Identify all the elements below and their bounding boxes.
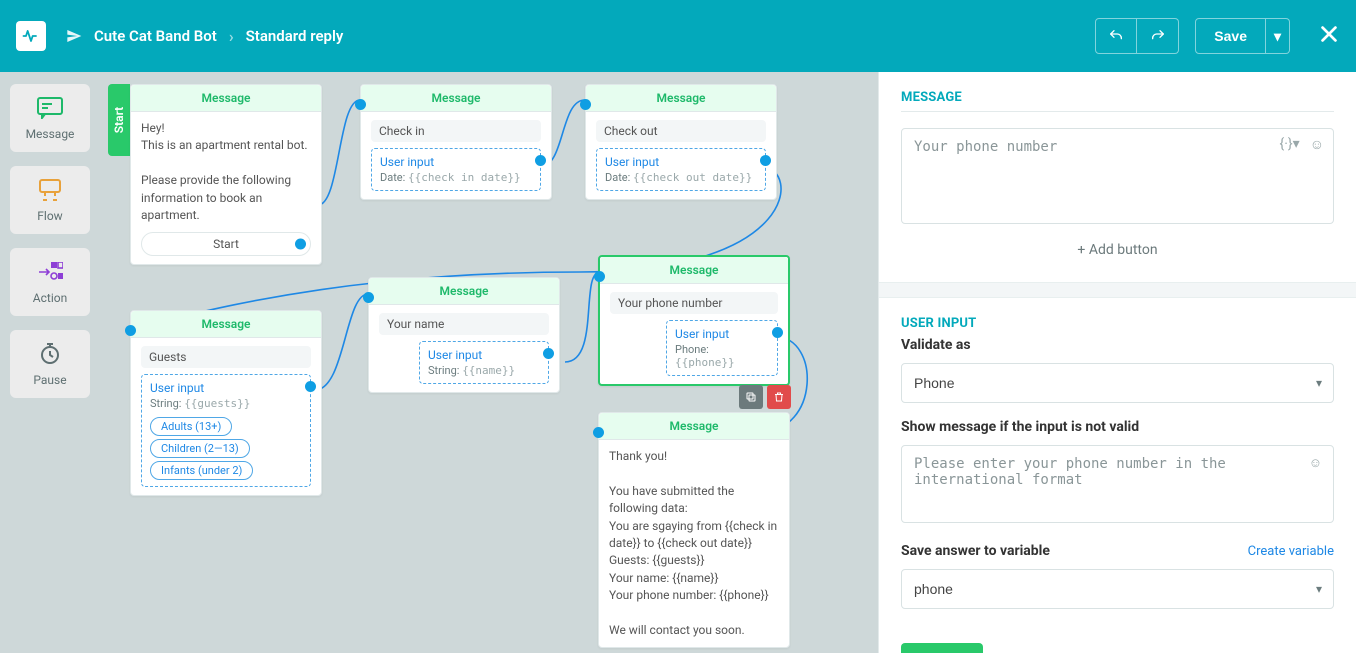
user-input-title: User input: [380, 155, 532, 169]
tool-palette: Message Flow Action Pause: [0, 72, 100, 653]
validate-label: Validate as: [901, 337, 1334, 353]
app-header: Cute Cat Band Bot › Standard reply Save …: [0, 0, 1356, 72]
apply-button[interactable]: Apply: [901, 643, 983, 653]
tool-flow[interactable]: Flow: [10, 166, 90, 234]
node-plain-text: Your phone number: [610, 292, 778, 314]
tool-action[interactable]: Action: [10, 248, 90, 316]
node-title: Message: [131, 311, 321, 338]
user-input-box[interactable]: User input String: {{name}}: [419, 341, 549, 384]
port-in[interactable]: [363, 292, 374, 303]
user-input-box[interactable]: User input String: {{guests}} Adults (13…: [141, 374, 311, 487]
breadcrumb-bot-name[interactable]: Cute Cat Band Bot: [94, 27, 217, 45]
node-guests[interactable]: Message Guests User input String: {{gues…: [130, 310, 322, 496]
node-plain-text: Your name: [379, 313, 549, 335]
message-textarea[interactable]: [901, 128, 1334, 224]
duplicate-node-button[interactable]: [739, 385, 763, 409]
port-out[interactable]: [760, 155, 771, 166]
node-name[interactable]: Message Your name User input String: {{n…: [368, 277, 560, 393]
properties-panel: MESSAGE {·}▾ ☺ + Add button USER INPUT V…: [878, 72, 1356, 653]
port-out[interactable]: [305, 381, 316, 392]
undo-button[interactable]: [1095, 18, 1137, 54]
port-out[interactable]: [543, 348, 554, 359]
user-input-box[interactable]: User input Phone: {{phone}}: [666, 320, 778, 376]
invalid-message-label: Show message if the input is not valid: [901, 419, 1334, 435]
action-icon: [37, 259, 63, 285]
delete-node-button[interactable]: [767, 385, 791, 409]
port-in[interactable]: [355, 99, 366, 110]
breadcrumb: Cute Cat Band Bot › Standard reply: [66, 27, 343, 46]
tool-message[interactable]: Message: [10, 84, 90, 152]
save-button[interactable]: Save: [1195, 18, 1266, 54]
panel-section-userinput: USER INPUT: [901, 316, 1334, 331]
panel-section-message: MESSAGE: [901, 90, 1334, 105]
port-out[interactable]: [535, 155, 546, 166]
node-summary[interactable]: Message Thank you! You have submitted th…: [598, 412, 790, 648]
insert-variable-button[interactable]: {·}▾: [1280, 136, 1300, 153]
node-plain-text: Guests: [141, 346, 311, 368]
header-actions: Save ▾: [1095, 18, 1340, 54]
tool-action-label: Action: [33, 291, 67, 305]
node-title: Message: [586, 85, 776, 112]
node-title: Message: [361, 85, 551, 112]
create-variable-link[interactable]: Create variable: [1248, 544, 1334, 559]
tool-flow-label: Flow: [37, 209, 62, 223]
node-plain-text: Check out: [596, 120, 766, 142]
node-text: Hey! This is an apartment rental bot. Pl…: [141, 120, 311, 224]
user-input-title: User input: [150, 381, 302, 395]
node-checkout[interactable]: Message Check out User input Date: {{che…: [585, 84, 777, 200]
redo-button[interactable]: [1137, 18, 1179, 54]
node-plain-text: Check in: [371, 120, 541, 142]
message-icon: [37, 95, 63, 121]
pause-icon: [37, 341, 63, 367]
flow-canvas[interactable]: Start Message Hey! This is an apartment …: [100, 72, 878, 653]
node-title: Message: [131, 85, 321, 112]
tool-pause[interactable]: Pause: [10, 330, 90, 398]
user-input-box[interactable]: User input Date: {{check in date}}: [371, 148, 541, 191]
divider: [901, 111, 1334, 112]
node-phone[interactable]: Message Your phone number User input Pho…: [598, 255, 790, 386]
validate-select[interactable]: Phone: [901, 363, 1334, 403]
node-title: Message: [600, 257, 788, 284]
tool-pause-label: Pause: [33, 373, 66, 387]
save-variable-select[interactable]: phone: [901, 569, 1334, 609]
user-input-title: User input: [605, 155, 757, 169]
chip-infants[interactable]: Infants (under 2): [150, 461, 253, 480]
port-in[interactable]: [594, 271, 605, 282]
chip-adults[interactable]: Adults (13+): [150, 417, 232, 436]
save-variable-label: Save answer to variable: [901, 543, 1050, 559]
user-input-title: User input: [428, 348, 540, 362]
send-icon: [66, 28, 82, 44]
node-text: Thank you! You have submitted the follow…: [609, 448, 779, 639]
start-tab[interactable]: Start: [108, 84, 130, 156]
node-intro[interactable]: Message Hey! This is an apartment rental…: [130, 84, 322, 265]
section-divider: [879, 282, 1356, 298]
port-in[interactable]: [580, 99, 591, 110]
add-button-link[interactable]: + Add button: [901, 228, 1334, 282]
user-input-box[interactable]: User input Date: {{check out date}}: [596, 148, 766, 191]
close-button[interactable]: [1318, 23, 1340, 49]
app-logo[interactable]: [16, 21, 46, 51]
flow-icon: [37, 177, 63, 203]
breadcrumb-page-title: Standard reply: [246, 27, 344, 45]
node-toolbar: [739, 385, 791, 409]
port-out[interactable]: [295, 239, 306, 250]
emoji-button[interactable]: ☺: [1309, 455, 1322, 471]
port-in[interactable]: [125, 325, 136, 336]
save-dropdown-button[interactable]: ▾: [1266, 18, 1290, 54]
user-input-title: User input: [675, 327, 769, 341]
node-title: Message: [369, 278, 559, 305]
node-start-button[interactable]: Start: [141, 232, 311, 256]
breadcrumb-separator: ›: [229, 27, 234, 46]
port-in[interactable]: [593, 427, 604, 438]
port-out[interactable]: [772, 327, 783, 338]
node-checkin[interactable]: Message Check in User input Date: {{chec…: [360, 84, 552, 200]
invalid-message-textarea[interactable]: [901, 445, 1334, 523]
node-title: Message: [599, 413, 789, 440]
emoji-button[interactable]: ☺: [1310, 136, 1324, 153]
tool-message-label: Message: [26, 127, 75, 141]
chip-children[interactable]: Children (2—13): [150, 439, 250, 458]
